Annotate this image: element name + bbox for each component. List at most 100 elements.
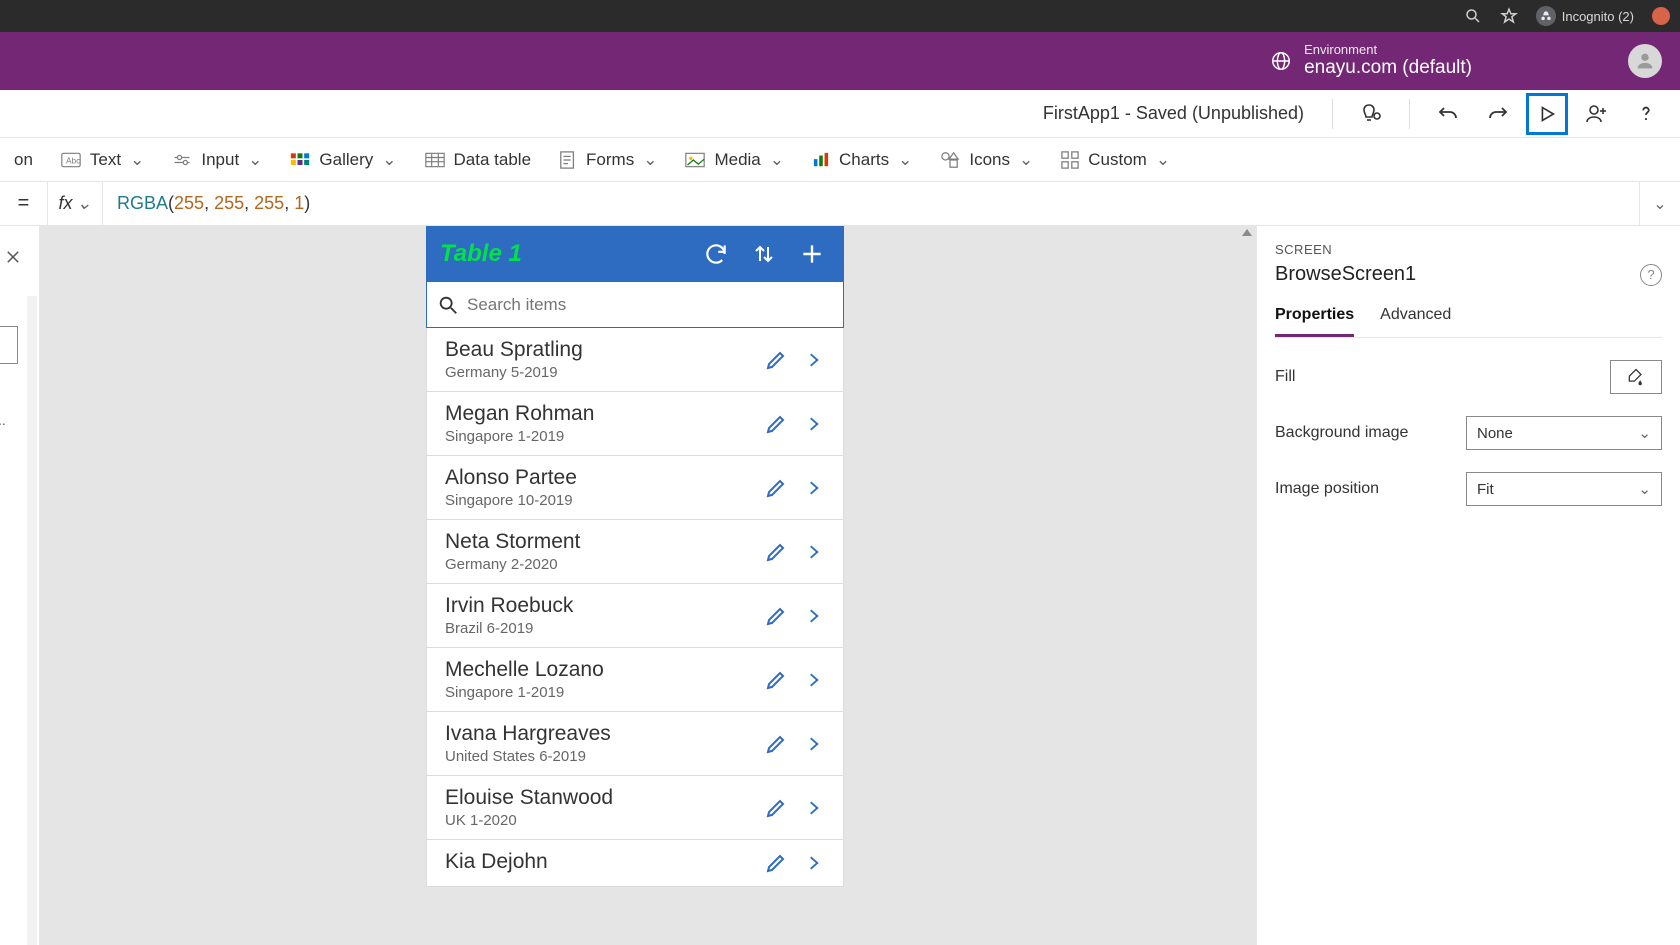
insert-text[interactable]: Abc Text ⌄ bbox=[61, 150, 144, 170]
chevron-right-icon[interactable] bbox=[799, 414, 829, 434]
item-title: Neta Storment bbox=[445, 530, 753, 554]
tab-properties[interactable]: Properties bbox=[1275, 300, 1354, 337]
environment-label: Environment bbox=[1304, 42, 1472, 58]
properties-tabs: Properties Advanced bbox=[1275, 300, 1662, 338]
list-item[interactable]: Elouise Stanwood UK 1-2020 bbox=[427, 776, 843, 840]
formula-fn: RGBA bbox=[117, 193, 168, 214]
edit-icon[interactable] bbox=[761, 796, 791, 820]
close-icon[interactable] bbox=[4, 248, 22, 266]
item-title: Mechelle Lozano bbox=[445, 658, 753, 682]
list-item[interactable]: Alonso Partee Singapore 10-2019 bbox=[427, 456, 843, 520]
app-status: FirstApp1 - Saved (Unpublished) bbox=[1043, 103, 1304, 124]
list-item[interactable]: Neta Storment Germany 2-2020 bbox=[427, 520, 843, 584]
property-selector[interactable]: = bbox=[0, 182, 48, 225]
insert-gallery[interactable]: Gallery ⌄ bbox=[290, 150, 396, 170]
edit-icon[interactable] bbox=[761, 348, 791, 372]
insert-forms[interactable]: Forms ⌄ bbox=[559, 150, 657, 170]
refresh-button[interactable] bbox=[698, 236, 734, 272]
zoom-icon[interactable] bbox=[1464, 7, 1482, 25]
undo-button[interactable] bbox=[1426, 94, 1470, 134]
label-icon: Abc bbox=[61, 152, 81, 168]
browse-screen-preview[interactable]: Table 1 Beau Spratling Germany 5-2019 bbox=[426, 226, 844, 887]
edit-icon[interactable] bbox=[761, 604, 791, 628]
share-button[interactable] bbox=[1574, 94, 1618, 134]
search-box[interactable] bbox=[426, 282, 844, 328]
ribbon-fragment[interactable]: on bbox=[14, 150, 33, 170]
title-bar: FirstApp1 - Saved (Unpublished) bbox=[0, 90, 1680, 138]
item-title: Alonso Partee bbox=[445, 466, 753, 490]
insert-input[interactable]: Input ⌄ bbox=[172, 150, 262, 170]
img-pos-dropdown[interactable]: Fit ⌄ bbox=[1466, 472, 1662, 506]
chevron-right-icon[interactable] bbox=[799, 350, 829, 370]
insert-custom[interactable]: Custom ⌄ bbox=[1061, 150, 1170, 170]
chevron-down-icon: ⌄ bbox=[76, 193, 91, 214]
environment-value: enayu.com (default) bbox=[1304, 57, 1472, 80]
chevron-right-icon[interactable] bbox=[799, 606, 829, 626]
edit-icon[interactable] bbox=[761, 668, 791, 692]
chevron-right-icon[interactable] bbox=[799, 734, 829, 754]
expand-formula-button[interactable]: ⌄ bbox=[1640, 194, 1680, 214]
list-item[interactable]: Megan Rohman Singapore 1-2019 bbox=[427, 392, 843, 456]
insert-charts[interactable]: Charts ⌄ bbox=[812, 150, 912, 170]
fill-color-picker[interactable] bbox=[1610, 360, 1662, 394]
chevron-right-icon[interactable] bbox=[799, 798, 829, 818]
list-item[interactable]: Kia Dejohn bbox=[427, 840, 843, 887]
insert-icons[interactable]: Icons ⌄ bbox=[940, 150, 1033, 170]
user-avatar[interactable] bbox=[1628, 44, 1662, 78]
profile-avatar-icon[interactable] bbox=[1652, 7, 1670, 25]
add-button[interactable] bbox=[794, 236, 830, 272]
list-item[interactable]: Irvin Roebuck Brazil 6-2019 bbox=[427, 584, 843, 648]
canvas-area[interactable]: Table 1 Beau Spratling Germany 5-2019 bbox=[40, 226, 1256, 945]
insert-media[interactable]: Media ⌄ bbox=[685, 150, 784, 170]
redo-button[interactable] bbox=[1476, 94, 1520, 134]
preview-play-button[interactable] bbox=[1526, 93, 1568, 135]
search-input[interactable] bbox=[467, 295, 833, 315]
item-subtitle: Singapore 10-2019 bbox=[445, 492, 753, 509]
chevron-right-icon[interactable] bbox=[799, 542, 829, 562]
edit-icon[interactable] bbox=[761, 540, 791, 564]
chevron-down-icon: ⌄ bbox=[248, 150, 262, 170]
list-item[interactable]: Mechelle Lozano Singapore 1-2019 bbox=[427, 648, 843, 712]
edit-icon[interactable] bbox=[761, 476, 791, 500]
chevron-down-icon: ⌄ bbox=[1156, 150, 1170, 170]
fx-button[interactable]: fx ⌄ bbox=[48, 182, 103, 225]
bg-image-value: None bbox=[1477, 425, 1513, 442]
app-checker-button[interactable] bbox=[1349, 94, 1393, 134]
chart-icon bbox=[812, 152, 830, 168]
environment-bar: Environment enayu.com (default) bbox=[0, 32, 1680, 90]
formula-bar: = fx ⌄ RGBA(255, 255, 255, 1) ⌄ bbox=[0, 182, 1680, 226]
edit-icon[interactable] bbox=[761, 851, 791, 875]
insert-data-table[interactable]: Data table bbox=[425, 150, 532, 170]
chevron-down-icon: ⌄ bbox=[382, 150, 396, 170]
chevron-right-icon[interactable] bbox=[799, 853, 829, 873]
help-button[interactable] bbox=[1624, 94, 1668, 134]
bg-image-label: Background image bbox=[1275, 424, 1408, 442]
tree-search-stub[interactable] bbox=[0, 326, 18, 364]
bookmark-star-icon[interactable] bbox=[1500, 7, 1518, 25]
workspace: .. Table 1 bbox=[0, 226, 1680, 945]
chevron-right-icon[interactable] bbox=[799, 478, 829, 498]
item-title: Ivana Hargreaves bbox=[445, 722, 753, 746]
formula-input[interactable]: RGBA(255, 255, 255, 1) bbox=[103, 182, 1640, 225]
list-item[interactable]: Beau Spratling Germany 5-2019 bbox=[427, 328, 843, 392]
app-title: Table 1 bbox=[440, 240, 686, 268]
more-icon[interactable]: .. bbox=[0, 412, 6, 428]
chevron-right-icon[interactable] bbox=[799, 670, 829, 690]
gallery-icon bbox=[290, 152, 310, 168]
sort-button[interactable] bbox=[746, 236, 782, 272]
environment-picker[interactable]: Environment enayu.com (default) bbox=[1270, 42, 1472, 80]
info-icon[interactable]: ? bbox=[1640, 264, 1662, 286]
item-subtitle: Brazil 6-2019 bbox=[445, 620, 753, 637]
edit-icon[interactable] bbox=[761, 732, 791, 756]
list-item[interactable]: Ivana Hargreaves United States 6-2019 bbox=[427, 712, 843, 776]
bg-image-dropdown[interactable]: None ⌄ bbox=[1466, 416, 1662, 450]
canvas-scroll-up[interactable] bbox=[1240, 226, 1254, 242]
screen-name: BrowseScreen1 bbox=[1275, 263, 1416, 286]
media-icon bbox=[685, 152, 705, 168]
tree-scrollbar[interactable] bbox=[27, 296, 37, 945]
item-subtitle: United States 6-2019 bbox=[445, 748, 753, 765]
tab-advanced[interactable]: Advanced bbox=[1380, 300, 1451, 337]
incognito-indicator[interactable]: Incognito (2) bbox=[1536, 6, 1634, 26]
properties-panel: SCREEN BrowseScreen1 ? Properties Advanc… bbox=[1256, 226, 1680, 945]
edit-icon[interactable] bbox=[761, 412, 791, 436]
